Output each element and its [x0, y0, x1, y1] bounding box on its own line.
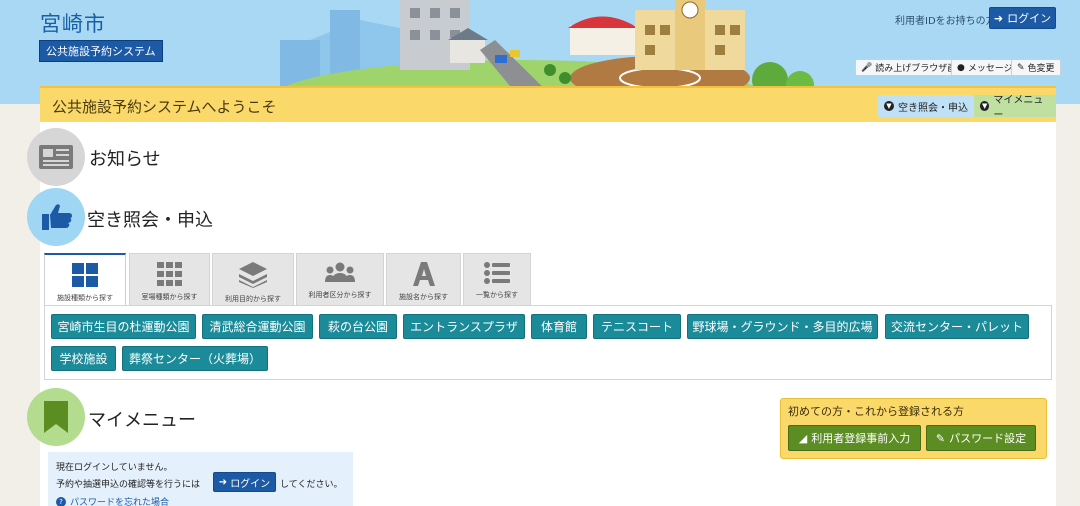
tab-facility-name[interactable]: 施設名から探す	[386, 253, 461, 305]
user-registration-button[interactable]: ◢ 利用者登録事前入力	[788, 425, 921, 451]
tab-label: 利用目的から探す	[225, 295, 281, 303]
newspaper-icon	[27, 128, 85, 186]
login-icon: ➜	[993, 11, 1004, 25]
mymenu-jump-button[interactable]: ▼ マイメニュー	[974, 95, 1056, 121]
arrow-down-circle-icon: ▼	[884, 101, 894, 111]
availability-heading: 空き照会・申込	[87, 210, 213, 231]
password-setting-button[interactable]: ✎ パスワード設定	[926, 425, 1036, 451]
tab-label: 施設種類から探す	[57, 294, 113, 302]
tab-purpose[interactable]: 利用目的から探す	[212, 253, 294, 305]
welcome-bar: 公共施設予約システムへようこそ ▼ 空き照会・申込 ▼ マイメニュー	[40, 86, 1056, 122]
availability-jump-button[interactable]: ▼ 空き照会・申込	[878, 95, 974, 117]
info-login-button[interactable]: ➜ ログイン	[213, 472, 276, 492]
tab-list[interactable]: 一覧から探す	[463, 253, 531, 305]
users-icon	[325, 262, 355, 282]
letter-a-icon	[412, 262, 435, 286]
pencil-icon: ✎	[935, 431, 946, 445]
send-icon: ◢	[798, 431, 808, 445]
login-status-box: 現在ログインしていません。 予約や抽選申込の確認等を行うには ➜ ログイン して…	[48, 452, 353, 506]
layers-icon	[239, 262, 267, 288]
grid-icon	[72, 263, 98, 287]
tab-room-type[interactable]: 室場種類から探す	[129, 253, 210, 305]
brush-icon: ✎	[1017, 62, 1025, 73]
list-icon	[484, 262, 510, 284]
facility-button-tennis[interactable]: テニスコート	[593, 314, 681, 339]
tab-facility-type[interactable]: 施設種類から探す	[44, 253, 126, 306]
welcome-text: 公共施設予約システムへようこそ	[52, 98, 277, 116]
login-hint: 利用者IDをお持ちの方	[895, 16, 996, 27]
city-name[interactable]: 宮崎市	[40, 8, 106, 38]
facility-button-baseball[interactable]: 野球場・グラウンド・多目的広場	[687, 314, 878, 339]
question-circle-icon: ?	[56, 496, 66, 506]
tab-label: 一覧から探す	[476, 291, 518, 299]
facility-button-exchange-center[interactable]: 交流センター・パレット	[885, 314, 1029, 339]
microphone-icon: 🎤	[861, 62, 873, 73]
forgot-password-label: パスワードを忘れた場合	[70, 498, 170, 506]
small-grid-icon	[156, 262, 182, 286]
tab-label: 室場種類から探す	[141, 293, 198, 301]
facility-button-gym[interactable]: 体育館	[531, 314, 587, 339]
forgot-password-link[interactable]: ? パスワードを忘れた場合	[56, 495, 169, 506]
password-setting-label: パスワード設定	[949, 432, 1027, 445]
first-time-box: 初めての方・これから登録される方 ◢ 利用者登録事前入力 ✎ パスワード設定	[780, 398, 1047, 459]
pointing-hand-icon	[27, 188, 85, 246]
color-change-label: 色変更	[1027, 64, 1055, 74]
header-login-button[interactable]: ➜ ログイン	[989, 7, 1056, 29]
login-instruction-b: してください。	[280, 480, 343, 490]
first-time-title: 初めての方・これから登録される方	[788, 405, 964, 418]
arrow-down-circle-icon: ▼	[980, 101, 990, 111]
message-button[interactable]: ● メッセージ	[951, 59, 1019, 76]
facility-button-school[interactable]: 学校施設	[51, 346, 116, 371]
facility-button-funeral-center[interactable]: 葬祭センター（火葬場）	[122, 346, 268, 371]
not-logged-in-text: 現在ログインしていません。	[56, 463, 173, 473]
mymenu-heading: マイメニュー	[88, 410, 196, 431]
facility-button-haginodai[interactable]: 萩の台公園	[319, 314, 397, 339]
facility-button-ikime[interactable]: 宮崎市生目の杜運動公園	[51, 314, 196, 339]
message-label: メッセージ	[967, 64, 1013, 74]
system-badge: 公共施設予約システム	[39, 40, 163, 62]
info-login-label: ログイン	[230, 478, 271, 490]
facility-button-entrance-plaza[interactable]: エントランスプラザ	[403, 314, 525, 339]
tab-label: 施設名から探す	[399, 293, 448, 301]
tab-user-category[interactable]: 利用者区分から探す	[296, 253, 384, 305]
facility-button-kiyotake[interactable]: 清武総合運動公園	[202, 314, 313, 339]
user-registration-label: 利用者登録事前入力	[811, 432, 911, 445]
availability-jump-label: 空き照会・申込	[898, 102, 968, 114]
login-icon: ➜	[218, 476, 228, 488]
mymenu-jump-label: マイメニュー	[993, 95, 1044, 121]
login-instruction-a: 予約や抽選申込の確認等を行うには	[56, 480, 201, 490]
bookmark-icon	[27, 388, 85, 446]
color-change-button[interactable]: ✎ 色変更	[1011, 59, 1061, 76]
news-heading: お知らせ	[89, 149, 161, 170]
header-login-label: ログイン	[1007, 12, 1052, 25]
speech-bubble-icon: ●	[957, 62, 965, 73]
tab-label: 利用者区分から探す	[308, 291, 372, 299]
